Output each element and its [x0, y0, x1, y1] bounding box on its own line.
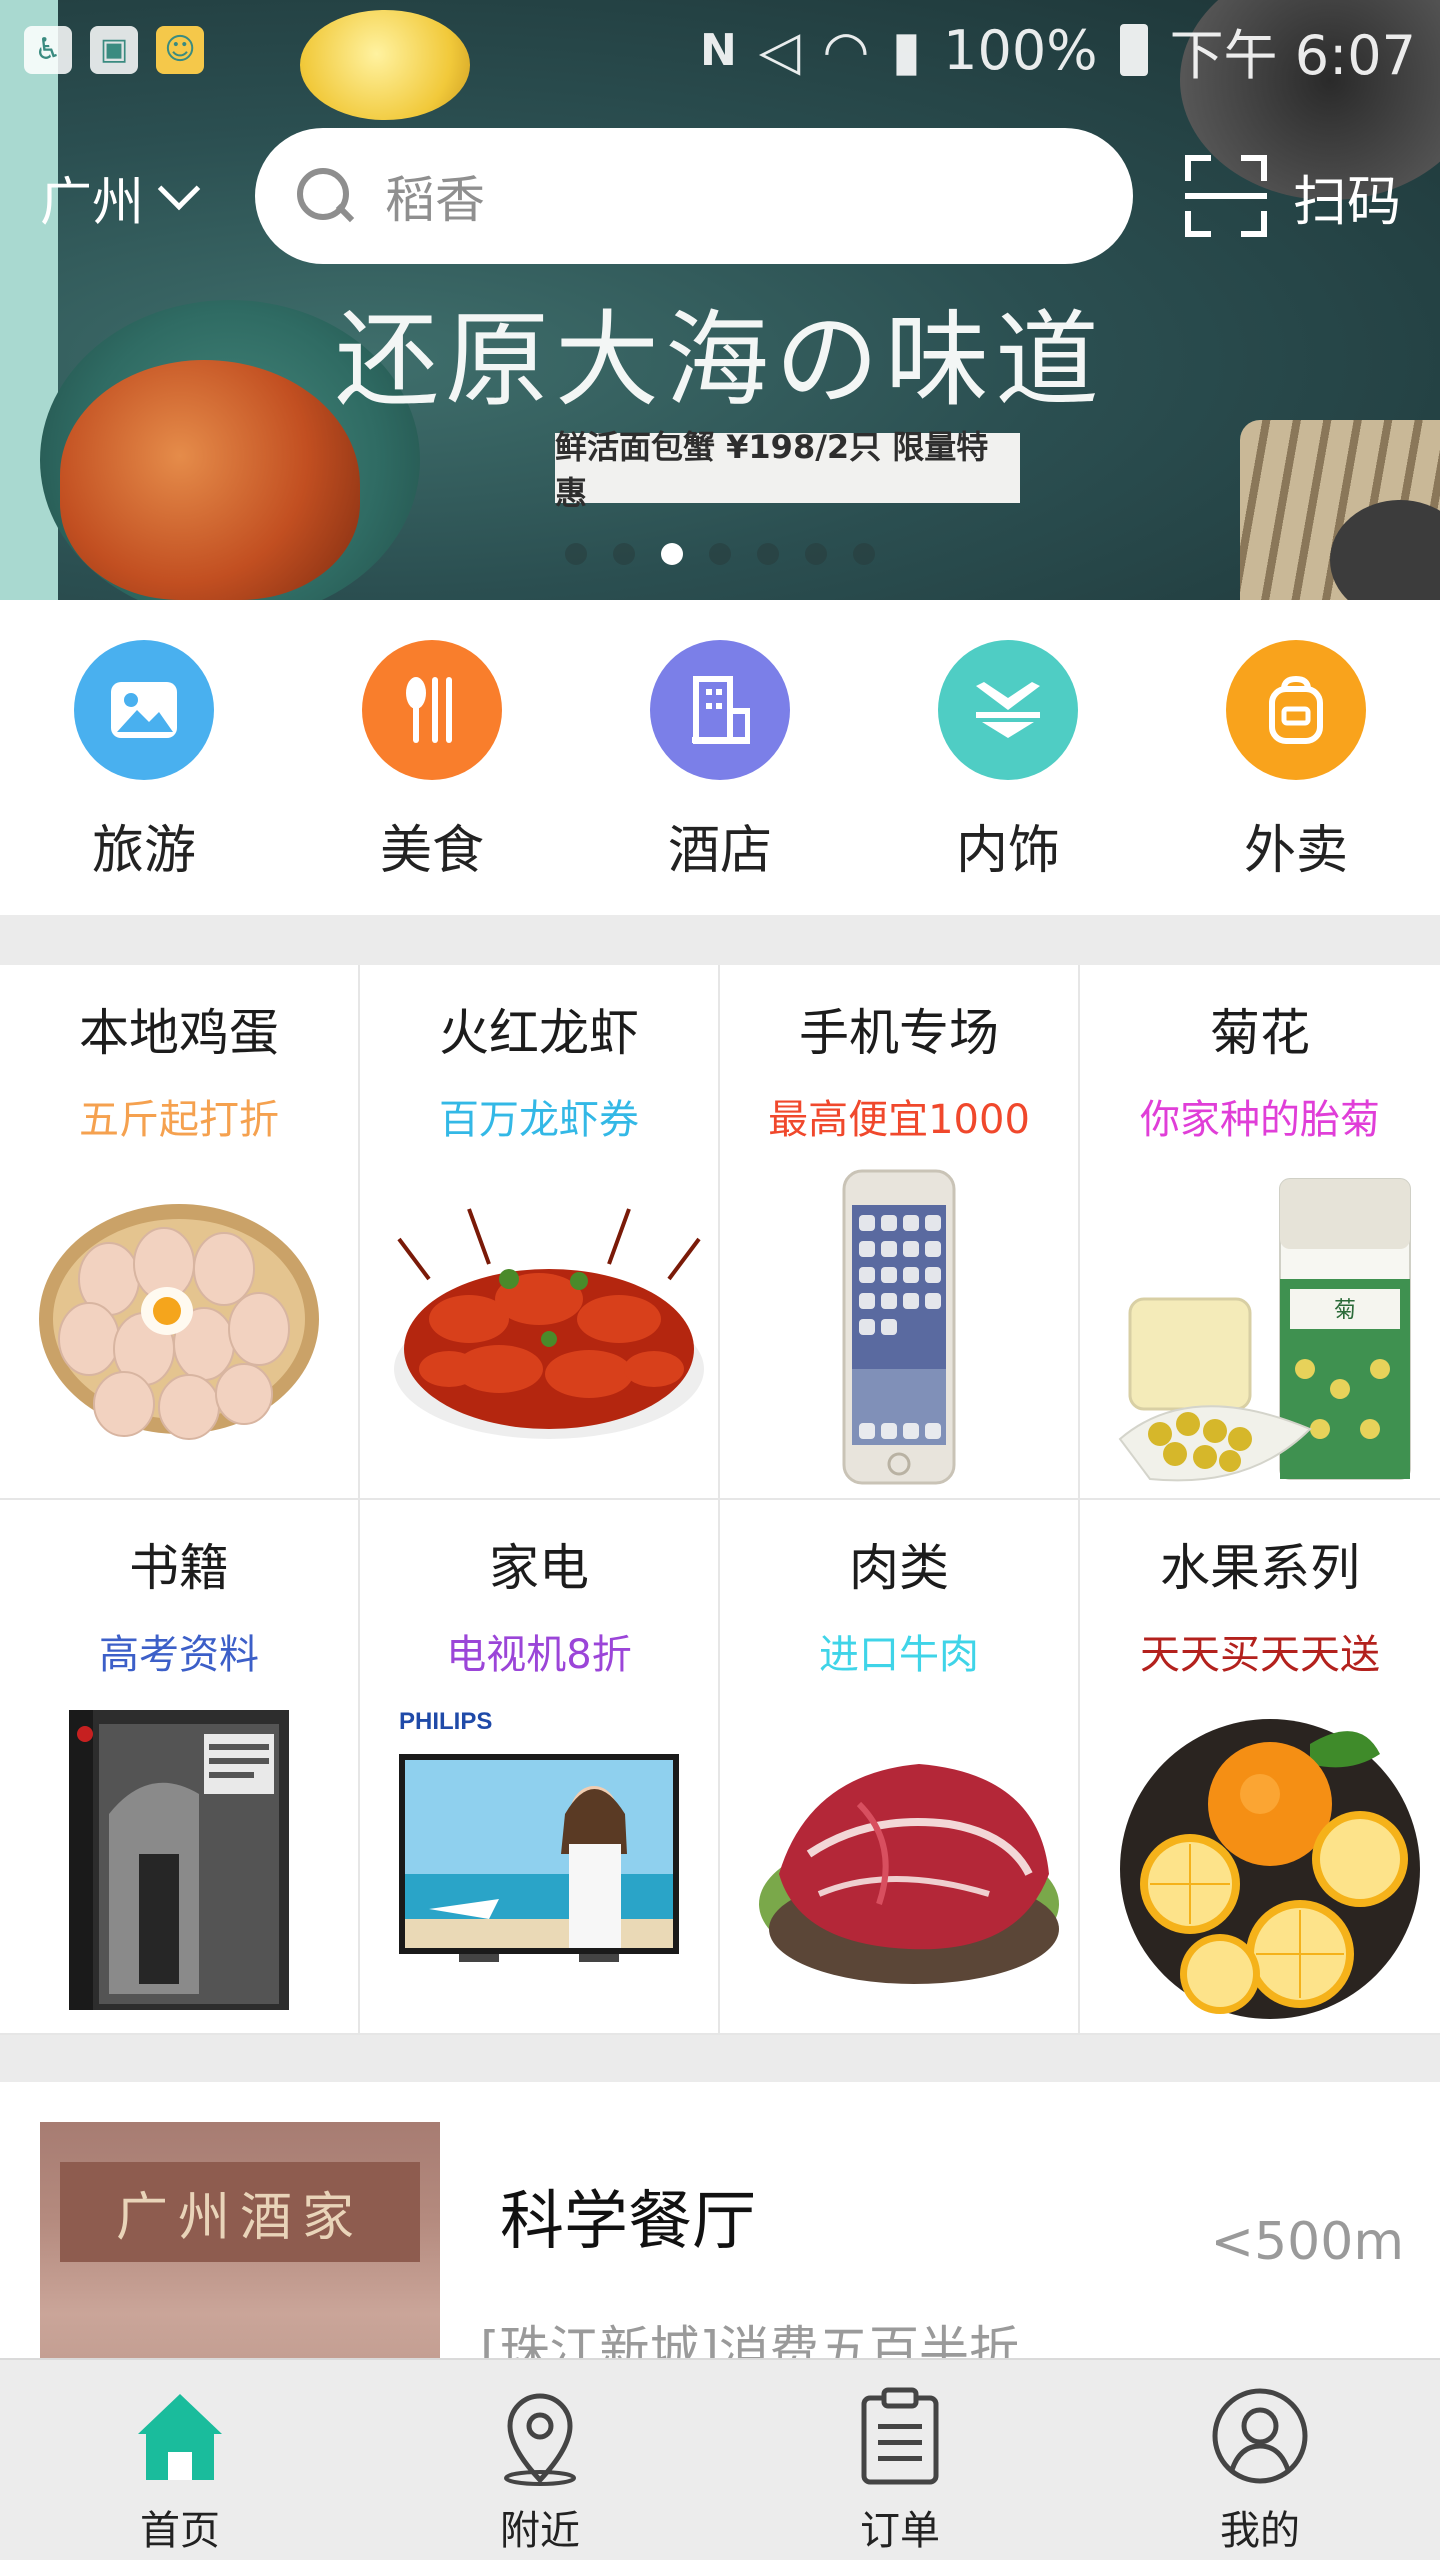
product-title: 手机专场: [799, 1004, 999, 1062]
carousel-dot[interactable]: [709, 543, 731, 565]
user-icon: [1212, 2388, 1308, 2484]
tab-me[interactable]: 我的: [1080, 2360, 1440, 2560]
phone-image: [749, 1169, 1049, 1489]
product-card[interactable]: 手机专场 最高便宜1000: [720, 965, 1080, 1500]
restaurant-sign: 广州酒家: [60, 2162, 420, 2262]
home-screen: 还原大海の味道 鲜活面包蟹 ¥198/2只 限量特惠 ♿ ▣ ☺ N ◁ ◠ ▮…: [0, 0, 1440, 2560]
clipboard-icon: [861, 2387, 939, 2485]
carousel-dot-active[interactable]: [661, 543, 683, 565]
signal-icon: ▮: [891, 18, 922, 82]
product-subtitle: 进口牛肉: [819, 1632, 979, 1678]
product-title: 书籍: [129, 1539, 229, 1597]
bottom-tab-bar: 首页 附近 订单 我的: [0, 2358, 1440, 2560]
tab-orders[interactable]: 订单: [720, 2360, 1080, 2560]
category-label: 酒店: [667, 821, 772, 881]
city-selector[interactable]: 广州: [40, 160, 201, 235]
accessibility-icon: ♿: [24, 26, 72, 74]
orange-image: [1110, 1704, 1420, 2024]
restaurant-distance: <500m: [1210, 2212, 1404, 2272]
product-subtitle: 你家种的胎菊: [1140, 1097, 1380, 1143]
carousel-dot[interactable]: [565, 543, 587, 565]
scan-button[interactable]: 扫码: [1185, 155, 1401, 237]
beef-image: [749, 1704, 1059, 2024]
tab-label: 订单: [860, 2508, 940, 2554]
product-title: 本地鸡蛋: [79, 1004, 279, 1062]
product-subtitle: 天天买天天送: [1140, 1632, 1380, 1678]
carousel-dot[interactable]: [853, 543, 875, 565]
search-icon: [295, 166, 355, 226]
product-card[interactable]: 家电 电视机8折 PHILIPS: [360, 1500, 720, 2035]
search-placeholder: 稻香: [385, 171, 485, 229]
wifi-icon: ◠: [822, 18, 870, 82]
book-image: [29, 1704, 329, 2024]
category-label: 美食: [379, 821, 484, 881]
product-title: 家电: [489, 1539, 589, 1597]
category-row: 旅游 美食 酒店 内饰 外卖: [0, 600, 1440, 915]
nfc-icon: N: [699, 24, 737, 76]
city-label: 广州: [40, 173, 145, 233]
landscape-icon: [74, 640, 214, 780]
clock: 下午 6:07: [1169, 23, 1416, 87]
product-card[interactable]: 本地鸡蛋 五斤起打折: [0, 965, 360, 1500]
utensils-icon: [362, 640, 502, 780]
category-food[interactable]: 美食: [288, 600, 576, 915]
tab-home[interactable]: 首页: [0, 2360, 360, 2560]
product-subtitle: 电视机8折: [446, 1632, 632, 1678]
battery-icon: [1119, 24, 1148, 76]
battery-percent: 100%: [943, 18, 1098, 82]
status-notifications: ♿ ▣ ☺: [24, 26, 204, 74]
product-title: 火红龙虾: [439, 1004, 639, 1062]
product-card[interactable]: 水果系列 天天买天天送: [1080, 1500, 1440, 2035]
category-travel[interactable]: 旅游: [0, 600, 288, 915]
category-takeout[interactable]: 外卖: [1152, 600, 1440, 915]
product-subtitle: 最高便宜1000: [768, 1097, 1030, 1143]
search-input[interactable]: 稻香: [255, 128, 1133, 264]
restaurant-name: 科学餐厅: [500, 2185, 756, 2259]
hotel-building-icon: [650, 640, 790, 780]
product-card[interactable]: 肉类 进口牛肉: [720, 1500, 1080, 2035]
status-system: N ◁ ◠ ▮ 100% 下午 6:07: [700, 11, 1416, 90]
status-bar: ♿ ▣ ☺ N ◁ ◠ ▮ 100% 下午 6:07: [0, 0, 1440, 100]
product-title: 菊花: [1210, 1004, 1310, 1062]
app-notification-icon: ☺: [156, 26, 204, 74]
product-card[interactable]: 菊花 你家种的胎菊 菊: [1080, 965, 1440, 1500]
product-card[interactable]: 火红龙虾 百万龙虾券: [360, 965, 720, 1500]
category-label: 外卖: [1243, 821, 1348, 881]
carousel-dot[interactable]: [613, 543, 635, 565]
category-label: 旅游: [91, 821, 196, 881]
tab-label: 我的: [1220, 2508, 1300, 2554]
chrysanthemum-tea-image: 菊: [1110, 1169, 1411, 1489]
scan-label: 扫码: [1293, 169, 1401, 233]
product-grid: 本地鸡蛋 五斤起打折 火红龙虾 百万龙虾券 手机专场 最高便宜1000 菊花 你…: [0, 965, 1440, 2035]
interior-icon: [938, 640, 1078, 780]
tv-image: PHILIPS: [389, 1704, 689, 2024]
product-card[interactable]: 书籍 高考资料: [0, 1500, 360, 2035]
mute-icon: ◁: [758, 18, 801, 82]
carousel-dot[interactable]: [757, 543, 779, 565]
chevron-down-icon: [157, 167, 201, 210]
product-subtitle: 百万龙虾券: [439, 1097, 639, 1143]
gallery-icon: ▣: [90, 26, 138, 74]
svg-text:菊: 菊: [1334, 1297, 1356, 1322]
eggs-image: [29, 1169, 329, 1489]
product-title: 水果系列: [1160, 1539, 1360, 1597]
tab-label: 首页: [140, 2508, 220, 2554]
crayfish-image: [389, 1169, 704, 1489]
category-hotel[interactable]: 酒店: [576, 600, 864, 915]
scan-icon: [1185, 155, 1267, 237]
carousel-indicator: [0, 543, 1440, 565]
home-icon: [138, 2394, 222, 2480]
tab-label: 附近: [500, 2508, 580, 2554]
banner-promo-text: 鲜活面包蟹 ¥198/2只 限量特惠: [555, 428, 1020, 512]
location-pin-icon: [504, 2393, 576, 2486]
category-label: 内饰: [955, 821, 1060, 881]
banner-headline: 还原大海の味道: [334, 299, 1105, 421]
product-title: 肉类: [849, 1539, 949, 1597]
backpack-icon: [1226, 640, 1366, 780]
category-interior[interactable]: 内饰: [864, 600, 1152, 915]
product-subtitle: 高考资料: [99, 1632, 259, 1678]
carousel-dot[interactable]: [805, 543, 827, 565]
tab-nearby[interactable]: 附近: [360, 2360, 720, 2560]
product-subtitle: 五斤起打折: [79, 1097, 279, 1143]
